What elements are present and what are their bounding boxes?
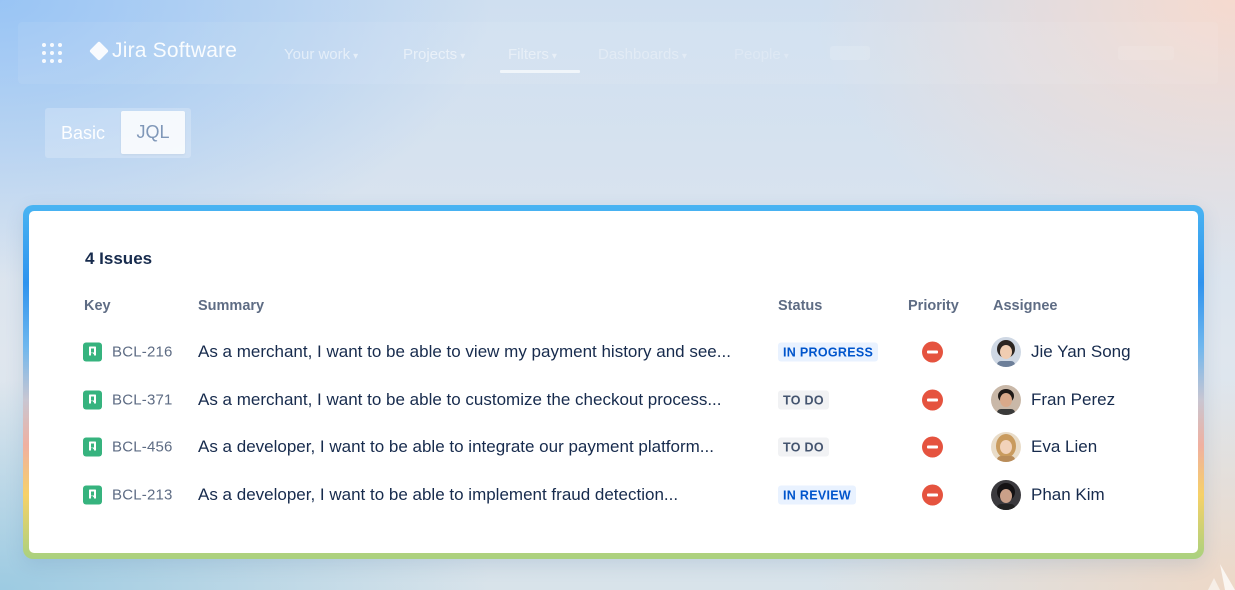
avatar[interactable]	[991, 480, 1021, 510]
atlassian-watermark-icon	[1208, 564, 1235, 590]
nav-projects[interactable]: Projects ▾	[403, 46, 465, 63]
story-icon	[83, 485, 102, 505]
top-navigation: Jira Software Your work ▾ Projects ▾ Filte…	[18, 22, 1218, 84]
nav-people[interactable]: People ▾	[734, 46, 789, 63]
search-mode-toggle: Basic JQL	[45, 108, 191, 158]
table-row[interactable]: BCL-371 As a merchant, I want to be able…	[29, 380, 1198, 420]
priority-blocker-icon	[922, 436, 943, 458]
assignee-name: Phan Kim	[1031, 485, 1105, 504]
assignee-name: Jie Yan Song	[1031, 342, 1131, 361]
jira-diamond-icon	[89, 41, 109, 61]
issue-key[interactable]: BCL-216	[112, 344, 173, 361]
avatar[interactable]	[991, 337, 1021, 367]
issue-key[interactable]: BCL-371	[112, 392, 173, 409]
status-badge[interactable]: IN REVIEW	[778, 485, 856, 505]
story-icon	[83, 390, 102, 410]
table-row[interactable]: BCL-216 As a merchant, I want to be able…	[29, 332, 1198, 372]
issue-count: 4 Issues	[85, 249, 153, 268]
column-header-assignee[interactable]: Assignee	[993, 298, 1057, 314]
table-row[interactable]: BCL-213 As a developer, I want to be abl…	[29, 475, 1198, 515]
column-header-status[interactable]: Status	[778, 298, 822, 314]
assignee-name: Fran Perez	[1031, 390, 1116, 409]
issue-summary[interactable]: As a developer, I want to be able to imp…	[198, 485, 678, 505]
status-badge[interactable]: IN PROGRESS	[778, 342, 879, 362]
table-row[interactable]: BCL-456 As a developer, I want to be abl…	[29, 427, 1198, 467]
jql-mode-button[interactable]: JQL	[121, 111, 185, 154]
nav-your-work-label: Your work	[284, 46, 351, 63]
issues-panel: 4 Issues Key Summary Status Priority Ass…	[29, 211, 1198, 553]
nav-filters-label: Filters	[508, 46, 549, 63]
issue-key[interactable]: BCL-213	[112, 487, 173, 504]
story-icon	[83, 342, 102, 362]
story-icon	[83, 437, 102, 457]
basic-mode-button[interactable]: Basic	[61, 123, 105, 144]
priority-blocker-icon	[922, 341, 943, 363]
issue-summary[interactable]: As a merchant, I want to be able to view…	[198, 342, 731, 362]
column-header-summary[interactable]: Summary	[198, 298, 264, 314]
issue-summary[interactable]: As a developer, I want to be able to int…	[198, 437, 714, 457]
nav-dashboards-label: Dashboards	[598, 46, 679, 63]
nav-people-label: People	[734, 46, 781, 63]
column-header-key[interactable]: Key	[84, 298, 111, 314]
jira-logo[interactable]: Jira Software	[89, 39, 238, 63]
nav-projects-label: Projects	[403, 46, 458, 63]
issue-summary[interactable]: As a merchant, I want to be able to cust…	[198, 390, 722, 410]
app-switcher-icon[interactable]	[42, 43, 62, 63]
logo-text: Jira Software	[112, 39, 238, 62]
priority-blocker-icon	[922, 389, 943, 411]
issue-key[interactable]: BCL-456	[112, 439, 173, 456]
nav-search-placeholder	[1118, 46, 1174, 60]
column-header-priority[interactable]: Priority	[908, 298, 959, 314]
nav-active-indicator	[500, 70, 580, 73]
avatar[interactable]	[991, 432, 1021, 462]
avatar[interactable]	[991, 385, 1021, 415]
chevron-down-icon: ▾	[783, 51, 789, 62]
issues-panel-frame: 4 Issues Key Summary Status Priority Ass…	[23, 205, 1204, 559]
nav-your-work[interactable]: Your work ▾	[284, 46, 358, 63]
chevron-down-icon: ▾	[460, 51, 466, 62]
status-badge[interactable]: TO DO	[778, 437, 829, 457]
chevron-down-icon: ▾	[551, 51, 557, 62]
nav-dashboards[interactable]: Dashboards ▾	[598, 46, 687, 63]
jql-mode-label: JQL	[136, 122, 170, 142]
chevron-down-icon: ▾	[681, 51, 687, 62]
nav-create-placeholder	[830, 46, 870, 60]
status-badge[interactable]: TO DO	[778, 390, 829, 410]
chevron-down-icon: ▾	[353, 51, 359, 62]
assignee-name: Eva Lien	[1031, 437, 1098, 456]
priority-blocker-icon	[922, 484, 943, 506]
nav-filters[interactable]: Filters ▾	[508, 46, 557, 63]
